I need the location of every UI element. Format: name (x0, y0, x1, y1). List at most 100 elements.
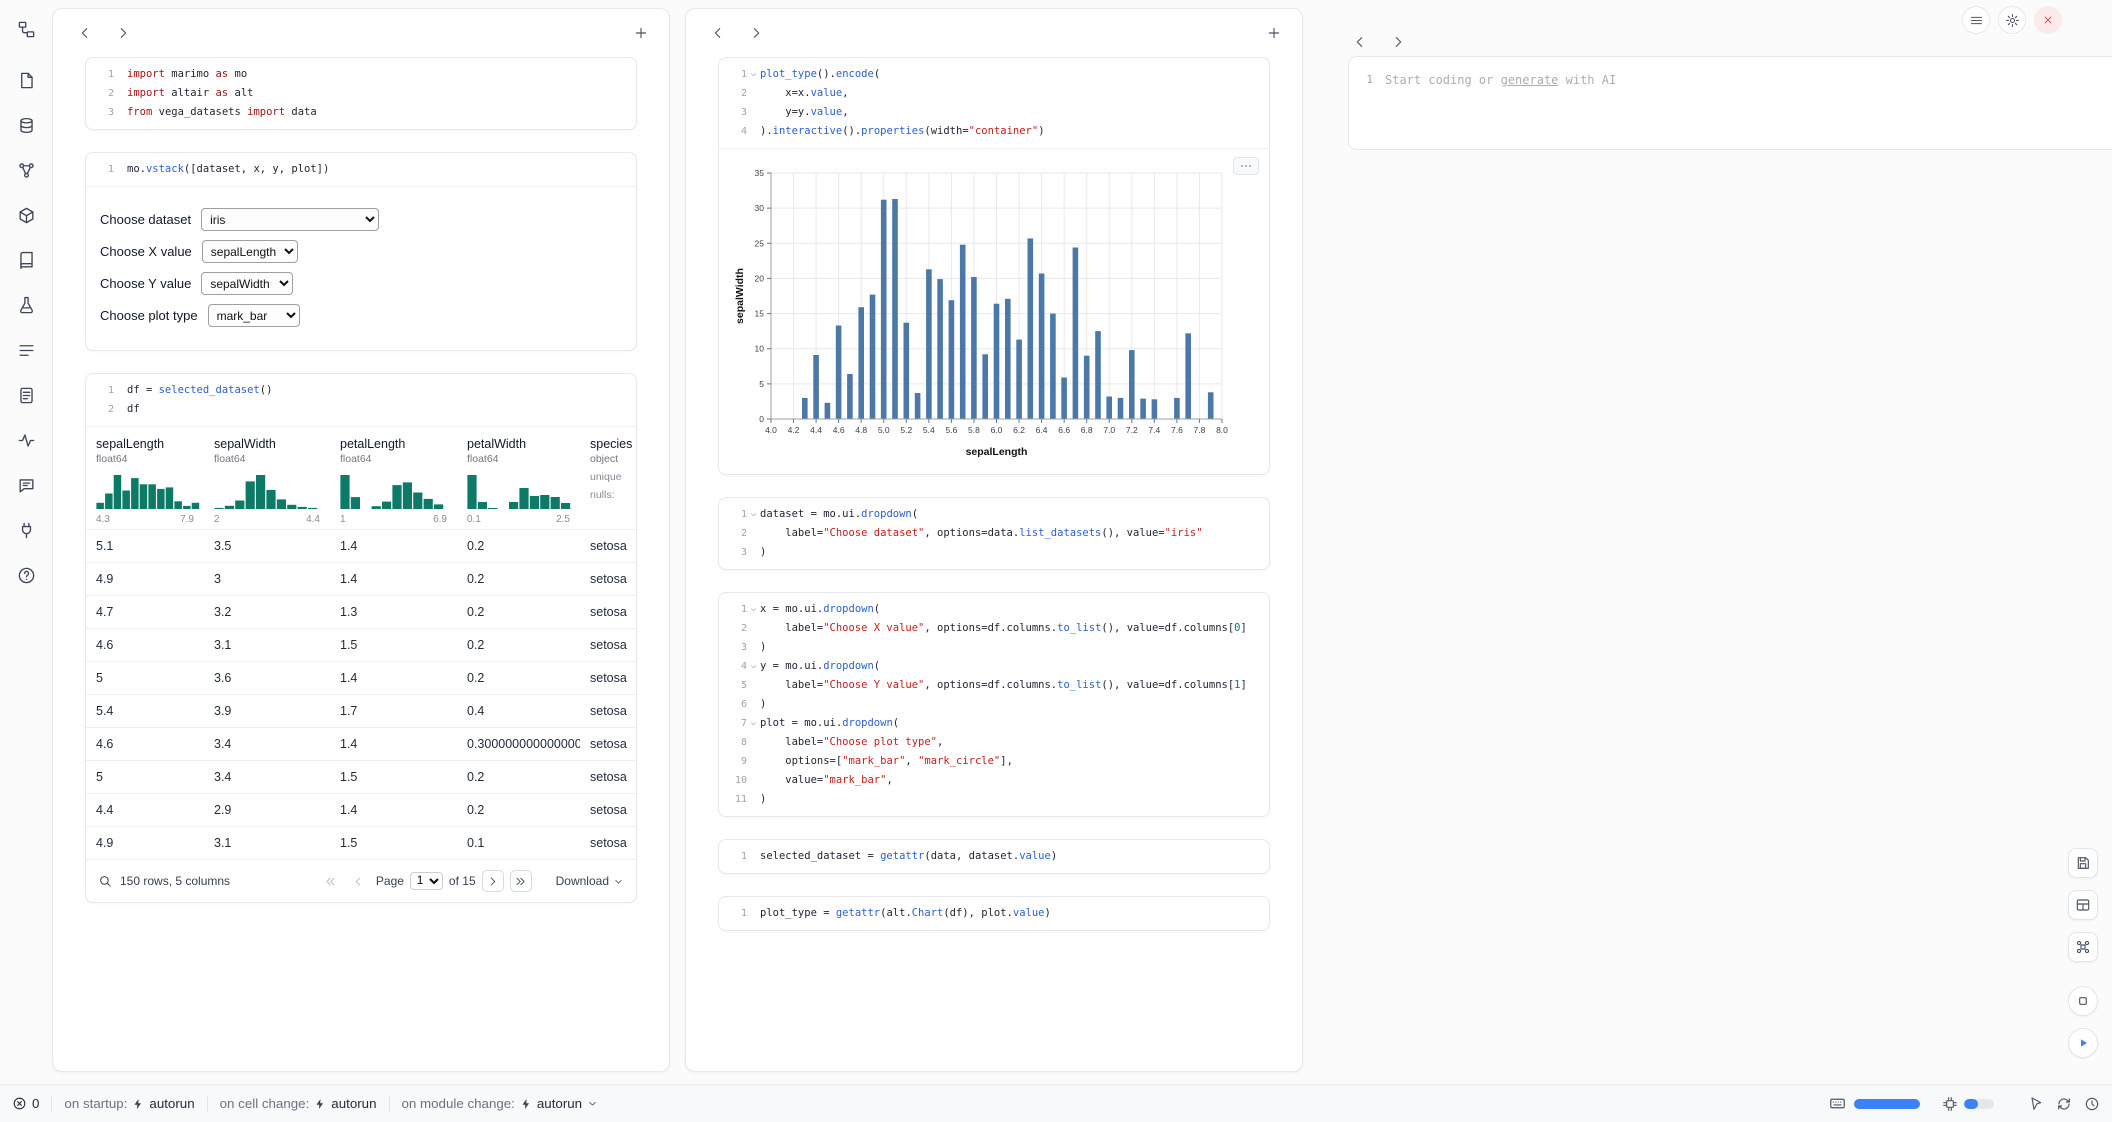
rail-chat-button[interactable] (11, 470, 41, 500)
row-count-summary: 150 rows, 5 columns (120, 874, 230, 888)
table-cell: 3.1 (204, 638, 330, 652)
table-row[interactable]: 53.41.50.2setosa (86, 760, 636, 793)
shutdown-button[interactable] (2034, 6, 2062, 34)
rail-documentation-button[interactable] (11, 380, 41, 410)
code-text: df = selected_dataset() (127, 381, 272, 400)
line-number: 1 (719, 904, 747, 923)
table-row[interactable]: 4.42.91.40.2setosa (86, 793, 636, 826)
cell-editor[interactable]: 1x = mo.ui.dropdown(2 label="Choose X va… (719, 593, 1269, 816)
cell-editor[interactable]: 1plot_type().encode(2 x=x.value,3 y=y.va… (719, 58, 1269, 148)
table-row[interactable]: 53.61.40.2setosa (86, 661, 636, 694)
runtime-setting-3[interactable]: on module change:autorun (402, 1096, 599, 1111)
chart-menu-button[interactable] (1233, 157, 1259, 175)
column-left-button[interactable] (710, 25, 726, 41)
fold-gutter (747, 524, 760, 543)
download-button[interactable]: Download (556, 874, 624, 888)
table-cell: 5 (86, 671, 204, 685)
scratchpad-editor[interactable]: 1 Start coding or generate with AI (1348, 56, 2112, 150)
keyboard-shortcuts-button[interactable] (2068, 932, 2098, 962)
fold-chevron-icon (749, 70, 758, 79)
page-total-label: of 15 (449, 874, 476, 888)
cell-editor[interactable]: 1selected_dataset = getattr(data, datase… (719, 840, 1269, 873)
fold-gutter (747, 904, 760, 923)
altair-bar-chart[interactable]: 4.04.24.44.64.85.05.25.45.65.86.06.26.46… (731, 163, 1261, 468)
generate-with-ai-link[interactable]: generate (1501, 73, 1559, 87)
settings-button[interactable] (1998, 6, 2026, 34)
marimo-app: 1import marimo as mo2import altair as al… (0, 0, 2112, 1122)
column-header-species[interactable]: speciesobjectuniquenulls: (580, 435, 636, 527)
column-header-sepalLength[interactable]: sepalLengthfloat644.37.9 (86, 435, 204, 527)
column-left-button[interactable] (77, 25, 93, 41)
runtime-setting-2[interactable]: on cell change:autorun (220, 1096, 377, 1111)
column-header-petalWidth[interactable]: petalWidthfloat640.12.5 (457, 435, 580, 527)
table-row[interactable]: 4.63.41.40.30000000000000004setosa (86, 727, 636, 760)
table-row[interactable]: 4.93.11.50.1setosa (86, 826, 636, 859)
run-all-button[interactable] (2068, 1028, 2098, 1058)
app-preview-button[interactable] (2068, 986, 2098, 1016)
prev-page-button[interactable] (348, 870, 370, 892)
fold-toggle[interactable] (747, 714, 760, 733)
svg-text:4.8: 4.8 (855, 425, 867, 435)
table-row[interactable]: 4.63.11.50.2setosa (86, 628, 636, 661)
app-view-icon (2075, 993, 2091, 1009)
column-left-button[interactable] (1352, 34, 1368, 50)
table-row[interactable]: 4.931.40.2setosa (86, 562, 636, 595)
plot-type-select[interactable]: mark_bar (208, 304, 300, 327)
fold-toggle[interactable] (747, 657, 760, 676)
table-row[interactable]: 4.73.21.30.2setosa (86, 595, 636, 628)
rail-logs-button[interactable] (11, 335, 41, 365)
fold-toggle[interactable] (747, 600, 760, 619)
cursor-mode-button[interactable] (2028, 1096, 2044, 1112)
rail-tracebacks-button[interactable] (11, 425, 41, 455)
cell-output: sepalLengthfloat644.37.9sepalWidthfloat6… (86, 426, 636, 902)
rail-help-button[interactable] (11, 560, 41, 590)
fold-gutter (747, 771, 760, 790)
cell-editor[interactable]: 1import marimo as mo2import altair as al… (86, 58, 636, 129)
cpu-usage-bar[interactable] (1964, 1099, 1994, 1109)
column-right-button[interactable] (748, 25, 764, 41)
errors-indicator[interactable]: 0 (12, 1096, 39, 1111)
column-header-petalLength[interactable]: petalLengthfloat6416.9 (330, 435, 457, 527)
table-row[interactable]: 5.43.91.70.4setosa (86, 694, 636, 727)
table-cell: 0.2 (457, 803, 580, 817)
first-page-button[interactable] (320, 870, 342, 892)
rail-scratchpad-button[interactable] (11, 290, 41, 320)
cell-editor[interactable]: 1mo.vstack([dataset, x, y, plot]) (86, 153, 636, 186)
add-cell-button[interactable] (1266, 25, 1282, 41)
history-button[interactable] (2084, 1096, 2100, 1112)
memory-usage-bar[interactable] (1854, 1099, 1920, 1109)
column-header-sepalWidth[interactable]: sepalWidthfloat6424.4 (204, 435, 330, 527)
rail-notebooks-button[interactable] (11, 245, 41, 275)
add-cell-button[interactable] (633, 25, 649, 41)
save-button[interactable] (2068, 848, 2098, 878)
dataset-select[interactable]: iris (201, 208, 379, 231)
page-select[interactable]: 1 (410, 872, 443, 890)
menu-button[interactable] (1962, 6, 1990, 34)
rail-connections-button[interactable] (11, 515, 41, 545)
cell-editor[interactable]: 1df = selected_dataset()2df (86, 374, 636, 426)
cell-editor[interactable]: 1dataset = mo.ui.dropdown(2 label="Choos… (719, 498, 1269, 569)
fold-toggle[interactable] (747, 505, 760, 524)
column-right-button[interactable] (115, 25, 131, 41)
layout-button[interactable] (2068, 890, 2098, 920)
last-page-button[interactable] (510, 870, 532, 892)
rail-files-button[interactable] (11, 65, 41, 95)
y-value-select[interactable]: sepalWidth (201, 272, 293, 295)
sync-button[interactable] (2056, 1096, 2072, 1112)
fold-chevron-icon (749, 662, 758, 671)
fold-toggle[interactable] (747, 65, 760, 84)
x-value-select[interactable]: sepalLength (202, 240, 298, 263)
next-page-button[interactable] (482, 870, 504, 892)
help-icon (17, 566, 36, 585)
runtime-setting-1[interactable]: on startup:autorun (64, 1096, 194, 1111)
rail-variables-button[interactable] (11, 155, 41, 185)
rail-datasets-button[interactable] (11, 110, 41, 140)
table-cell: 0.4 (457, 704, 580, 718)
rail-outline-button[interactable] (11, 14, 41, 44)
cell-editor[interactable]: 1plot_type = getattr(alt.Chart(df), plot… (719, 897, 1269, 930)
table-row[interactable]: 5.13.51.40.2setosa (86, 529, 636, 562)
rail-packages-button[interactable] (11, 200, 41, 230)
keyboard-icon[interactable] (1829, 1095, 1846, 1112)
chip-icon[interactable] (1942, 1096, 1958, 1112)
column-right-button[interactable] (1390, 34, 1406, 50)
